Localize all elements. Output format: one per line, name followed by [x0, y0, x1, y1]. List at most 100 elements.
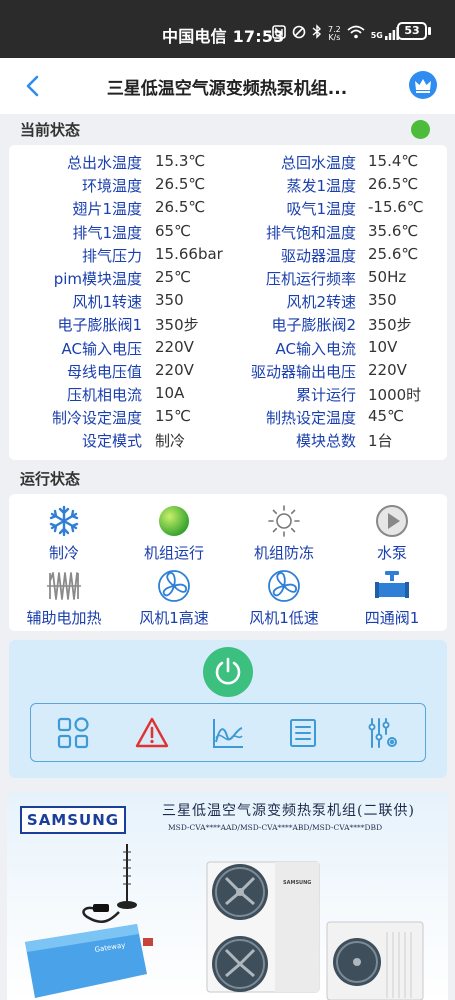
run-item-label: 水泵 [376, 544, 407, 562]
param-label: 设定模式 [81, 432, 142, 451]
status-indicator [411, 120, 430, 139]
chart-button[interactable] [211, 716, 245, 750]
crown-icon [415, 79, 431, 93]
param-label: 风机1转速 [72, 293, 142, 312]
param-label: 翅片1温度 [72, 200, 142, 219]
chevron-left-icon [26, 75, 39, 97]
unit-brand-label: SAMSUNG [283, 880, 312, 886]
run-item-label: 辅助电加热 [26, 609, 102, 627]
param-row: pim模块温度 25℃ 压机运行频率 50Hz [9, 268, 447, 291]
param-label: 风机2转速 [286, 293, 356, 312]
snowflake-icon [49, 505, 79, 537]
param-label: 母线电压值 [66, 362, 142, 381]
run-item-label: 四通阀1 [364, 609, 420, 627]
param-label: 压机运行频率 [265, 270, 356, 288]
run-item-label: 机组运行 [143, 544, 204, 562]
current-status-title: 当前状态 [20, 121, 81, 139]
param-label: 排气压力 [81, 246, 142, 265]
settings-button[interactable] [366, 716, 400, 750]
param-value: 350 [368, 291, 397, 310]
page-title: 三星低温空气源变频热泵机组... [106, 79, 348, 99]
run-item-4way-valve: 四通阀1 [337, 569, 447, 628]
battery-indicator: 53 [397, 22, 427, 40]
status-bar: 中国电信 17:53 7.2 K/s 5G 53 [0, 0, 455, 58]
param-value: 35.6℃ [368, 221, 419, 240]
param-value: 50Hz [368, 268, 407, 286]
net-speed: 7.2 K/s [328, 25, 341, 42]
run-item-label: 制冷 [48, 544, 79, 562]
param-label: 电子膨胀阀1 [57, 316, 142, 335]
param-row: 母线电压值 220V 驱动器输出电压 220V [9, 361, 447, 384]
param-value: 26.5℃ [368, 175, 419, 194]
param-label: 总回水温度 [280, 154, 356, 172]
run-item-unit-running: 机组运行 [119, 504, 229, 563]
param-value: 15.66bar [155, 244, 223, 263]
back-button[interactable] [22, 74, 46, 98]
param-value: 350步 [155, 316, 199, 335]
run-item-label: 风机1低速 [249, 609, 319, 627]
run-item-fan-high: 风机1高速 [119, 569, 229, 628]
warning-icon [135, 717, 169, 748]
param-label: 制冷设定温度 [51, 409, 142, 428]
param-row: 总出水温度 15.3℃ 总回水温度 15.4℃ [9, 152, 447, 175]
param-row: 排气1温度 65℃ 排气饱和温度 35.6℃ [9, 222, 447, 245]
green-ball-icon [159, 506, 189, 536]
vibrate-icon [292, 25, 306, 43]
alarm-button[interactable] [135, 716, 169, 750]
param-value: 26.5℃ [155, 198, 206, 217]
param-label: 压机相电流 [66, 386, 142, 404]
battery-tip [428, 27, 431, 35]
run-item-fan-low: 风机1低速 [229, 569, 339, 628]
current-status-card: 总出水温度 15.3℃ 总回水温度 15.4℃ 环境温度 26.5℃ 蒸发1温度 26.5℃ 翅… [9, 145, 447, 460]
param-value: 220V [155, 360, 194, 379]
nfc-icon [272, 24, 286, 43]
fan-icon [268, 570, 300, 602]
run-item-label: 风机1高速 [139, 609, 209, 627]
param-value: 制冷 [155, 432, 186, 451]
heater-icon [47, 572, 81, 600]
list-icon [290, 719, 316, 747]
fan-icon [158, 570, 190, 602]
param-row: 环境温度 26.5℃ 蒸发1温度 26.5℃ [9, 175, 447, 198]
param-value: 350步 [368, 316, 412, 335]
network-type: 5G [370, 31, 383, 40]
param-value: 26.5℃ [155, 175, 206, 194]
param-label: 吸气1温度 [286, 200, 356, 219]
param-row: 压机相电流 10A 累计运行 1000时 [9, 384, 447, 407]
param-value: 1000时 [368, 386, 422, 404]
run-item-cooling: 制冷 [9, 504, 119, 563]
power-icon [215, 657, 241, 685]
chart-icon [213, 719, 243, 748]
valve-icon [375, 571, 409, 598]
param-label: 累计运行 [295, 386, 356, 404]
param-value: 220V [155, 337, 194, 356]
signal-icon: 5G [371, 27, 399, 40]
param-value: 25.6℃ [368, 244, 419, 263]
param-label: 蒸发1温度 [286, 177, 356, 196]
param-row: 制冷设定温度 15℃ 制热设定温度 45℃ [9, 407, 447, 430]
settings-sliders-icon [368, 718, 397, 748]
play-icon [376, 505, 408, 537]
param-label: 总出水温度 [66, 154, 142, 172]
records-button[interactable] [286, 716, 320, 750]
dashboard-button[interactable] [56, 716, 90, 750]
param-row: AC输入电压 220V AC输入电流 10V [9, 338, 447, 361]
run-item-pump: 水泵 [337, 504, 447, 563]
param-value: 25℃ [155, 268, 191, 286]
run-status-card: 制冷 机组运行 机组防冻 水泵 辅助电加热 风机1高速 风机1低速 四通阀1 [9, 494, 447, 631]
param-value: 15℃ [155, 407, 191, 426]
power-button[interactable] [203, 647, 253, 697]
param-row: 电子膨胀阀1 350步 电子膨胀阀2 350步 [9, 314, 447, 337]
status-icons: 7.2 K/s 5G [272, 24, 399, 43]
param-row: 排气压力 15.66bar 驱动器温度 25.6℃ [9, 245, 447, 268]
bluetooth-icon [312, 24, 322, 43]
param-label: 电子膨胀阀2 [271, 316, 356, 335]
param-value: 10A [155, 384, 185, 402]
vip-button[interactable] [409, 71, 437, 99]
run-status-title: 运行状态 [20, 470, 81, 488]
sun-icon [268, 505, 300, 537]
param-label: 驱动器输出电压 [250, 362, 356, 381]
run-item-label: 机组防冻 [253, 544, 314, 562]
param-row: 翅片1温度 26.5℃ 吸气1温度 -15.6℃ [9, 198, 447, 221]
param-value: 350 [155, 291, 184, 310]
